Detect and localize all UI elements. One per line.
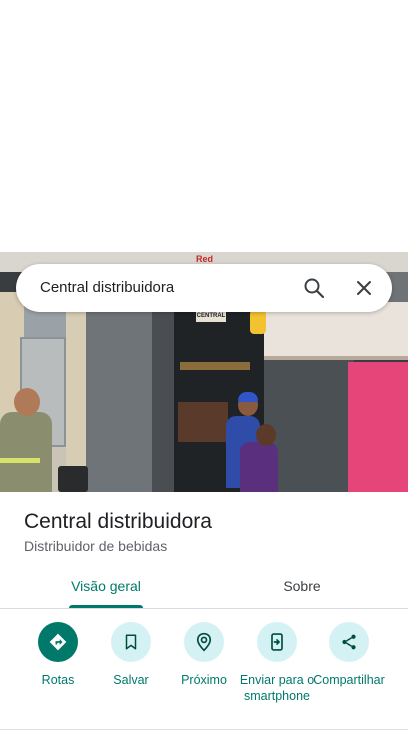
- send-to-phone-button[interactable]: Enviar para o smartphone: [239, 622, 315, 704]
- photo-shutter: [86, 312, 152, 492]
- directions-icon: [38, 622, 78, 662]
- search-icon[interactable]: [302, 276, 326, 300]
- save-button[interactable]: Salvar: [93, 622, 169, 688]
- photo-person-head: [256, 424, 276, 446]
- photo-person-stripe: [0, 458, 40, 463]
- share-label: Compartilhar: [313, 673, 385, 687]
- bottom-divider: [0, 729, 408, 730]
- photo-column: [66, 312, 86, 492]
- share-icon: [329, 622, 369, 662]
- photo-person-cap: [238, 392, 258, 402]
- place-title: Central distribuidora: [24, 510, 212, 533]
- photo-pink-door: [348, 362, 408, 492]
- map-blank-area: [0, 0, 408, 252]
- tab-about[interactable]: Sobre: [252, 576, 352, 608]
- nearby-icon: [184, 622, 224, 662]
- storefront-sign-text: Red Bull: [196, 254, 214, 274]
- send-to-phone-icon: [257, 622, 297, 662]
- photo-chair: [58, 466, 88, 492]
- photo-pillar: [152, 312, 174, 492]
- bookmark-icon: [111, 622, 151, 662]
- share-button[interactable]: Compartilhar: [311, 622, 387, 688]
- close-icon[interactable]: [352, 276, 376, 300]
- directions-label: Rotas: [41, 673, 75, 687]
- tabs-divider: [0, 608, 408, 609]
- send-to-phone-label: Enviar para o smartphone: [239, 673, 315, 703]
- photo-yellow-sign: [250, 310, 266, 334]
- nearby-button[interactable]: Próximo: [166, 622, 242, 688]
- directions-button[interactable]: Rotas: [20, 622, 96, 688]
- photo-person: [240, 442, 278, 492]
- photo-shelf: [178, 402, 228, 442]
- place-category: Distribuidor de bebidas: [24, 538, 168, 554]
- photo-shelf: [180, 362, 250, 370]
- photo-person: [0, 412, 52, 492]
- tab-overview[interactable]: Visão geral: [56, 576, 156, 608]
- nearby-label: Próximo: [181, 673, 227, 687]
- photo-person-head: [14, 388, 40, 416]
- search-bar[interactable]: Central distribuidora: [16, 264, 392, 312]
- search-input[interactable]: Central distribuidora: [40, 264, 174, 312]
- save-label: Salvar: [113, 673, 149, 687]
